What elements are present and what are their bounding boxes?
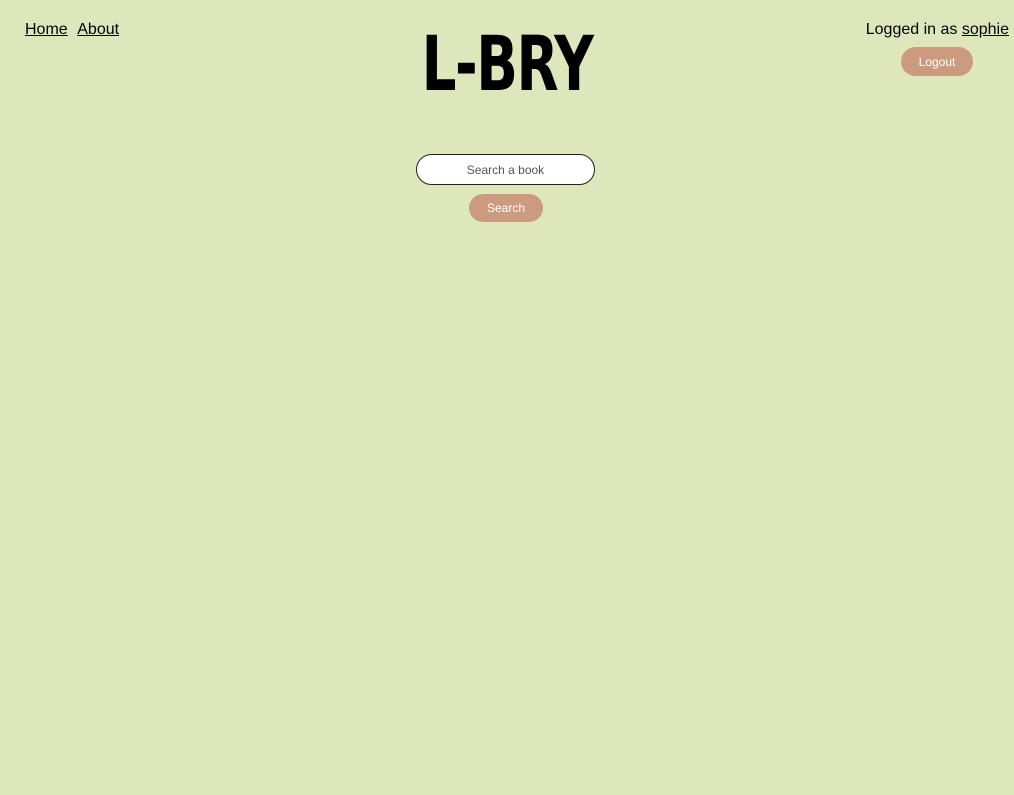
nav-home-link[interactable]: Home xyxy=(25,21,68,38)
user-status: Logged in as sophie xyxy=(866,20,1009,40)
username-link[interactable]: sophie xyxy=(962,21,1009,38)
site-logo: L-BRY xyxy=(421,19,594,108)
nav-about-link[interactable]: About xyxy=(77,21,119,38)
search-input[interactable] xyxy=(416,154,595,185)
search-button[interactable]: Search xyxy=(469,194,543,222)
logged-in-prefix: Logged in as xyxy=(865,21,958,38)
top-nav: Home About xyxy=(25,20,125,40)
logout-button[interactable]: Logout xyxy=(901,47,973,76)
